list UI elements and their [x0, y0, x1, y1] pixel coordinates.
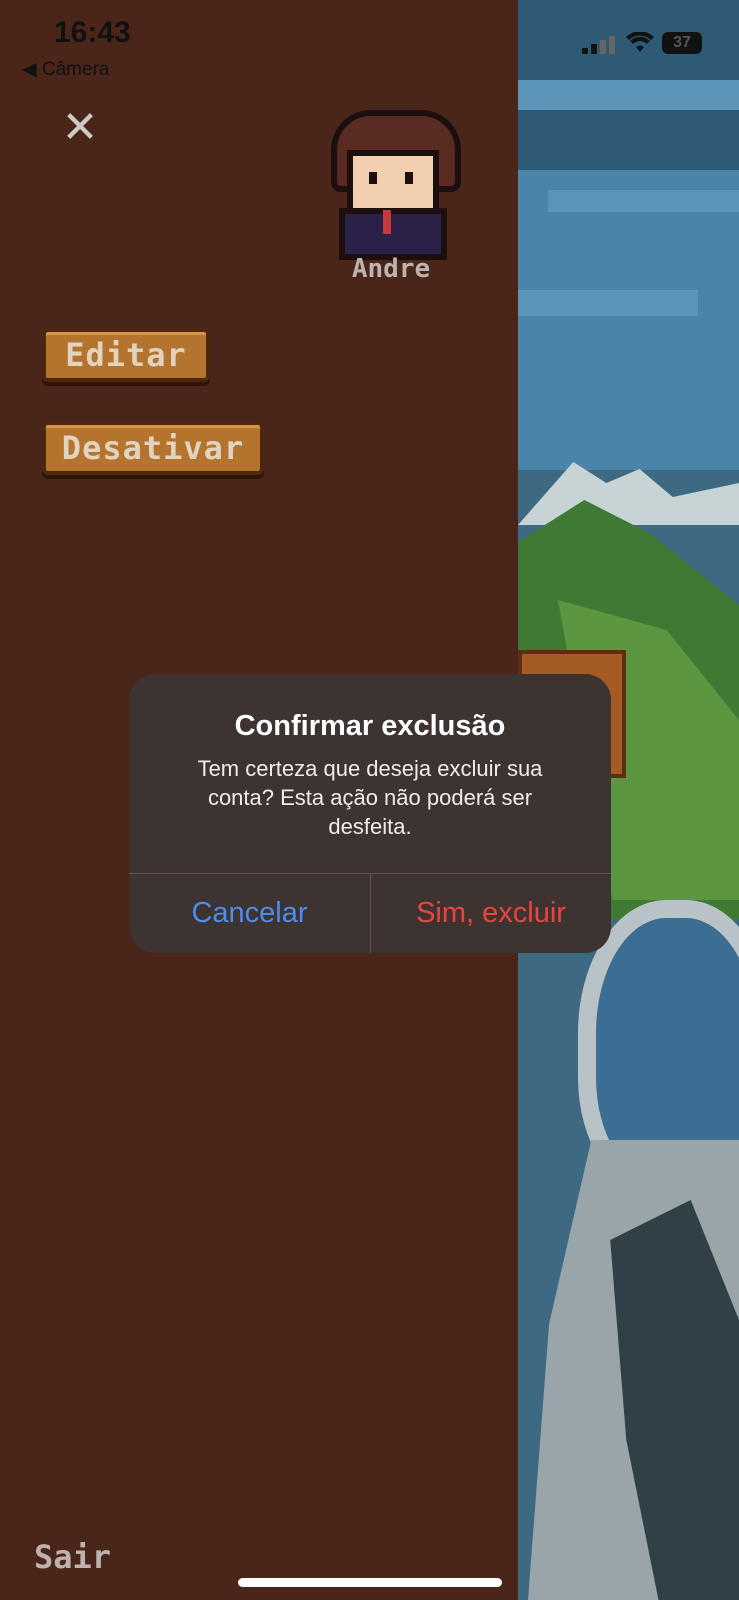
close-icon[interactable]: ✕ [60, 106, 100, 150]
confirm-delete-button[interactable]: Sim, excluir [371, 874, 611, 953]
avatar-tie [383, 210, 391, 234]
confirm-delete-dialog: Confirmar exclusão Tem certeza que desej… [129, 674, 611, 953]
avatar [325, 110, 461, 260]
logout-button[interactable]: Sair [34, 1538, 111, 1576]
status-time: 16:43 [54, 16, 131, 49]
username-label: Andre [351, 254, 431, 284]
dialog-message: Tem certeza que deseja excluir sua conta… [197, 756, 543, 839]
cancel-button[interactable]: Cancelar [129, 874, 370, 953]
avatar-eye [369, 172, 377, 184]
sky-lower [518, 170, 739, 470]
home-indicator[interactable] [238, 1578, 502, 1587]
back-to-app-link[interactable]: ◀ Câmera [22, 58, 109, 81]
cloud [518, 290, 698, 316]
cloud [518, 80, 739, 110]
signal-icon [582, 36, 618, 54]
edit-button[interactable]: Editar [42, 328, 210, 382]
cloud [548, 190, 739, 212]
deactivate-button[interactable]: Desativar [42, 421, 264, 475]
wifi-icon [626, 30, 654, 61]
dialog-title: Confirmar exclusão [234, 710, 506, 742]
avatar-eye [405, 172, 413, 184]
avatar-body [339, 208, 447, 260]
battery-icon: 37 [662, 32, 702, 54]
